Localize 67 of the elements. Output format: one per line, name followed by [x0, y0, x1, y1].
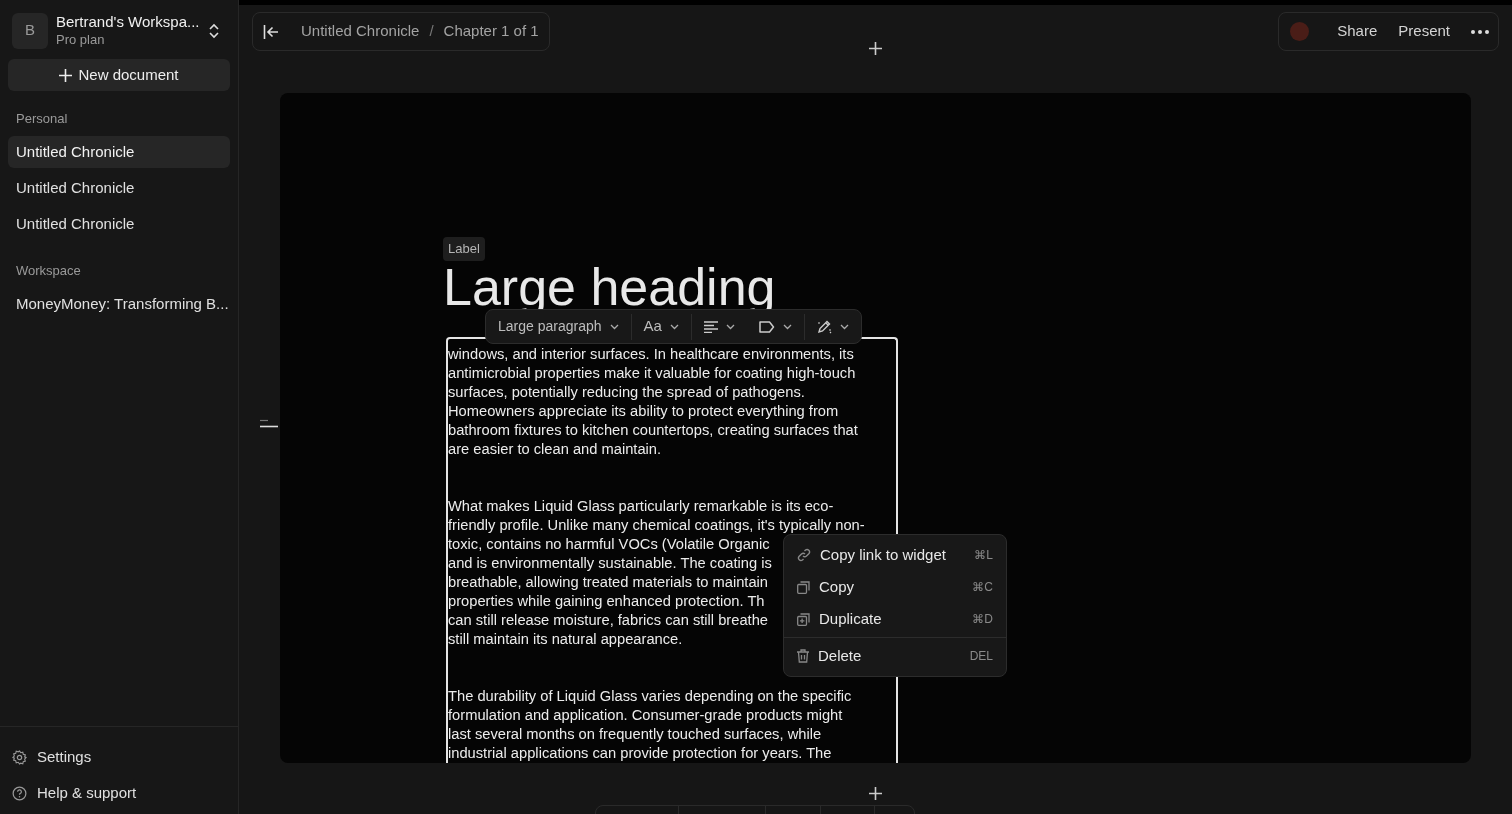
font-dropdown[interactable]: Aa [631, 310, 691, 343]
copy-icon [797, 580, 810, 594]
shortcut-label: DEL [969, 648, 993, 665]
link-icon [797, 548, 811, 562]
chevron-down-icon [669, 323, 679, 330]
add-block-icon[interactable] [869, 787, 882, 800]
trash-icon [797, 649, 809, 663]
text-line: Homeowners appreciate its ability to protect everything from [448, 401, 839, 421]
align-left-icon [703, 320, 718, 333]
chevron-down-icon [839, 323, 849, 330]
more-icon[interactable] [1471, 29, 1489, 34]
text-line: windows, and interior surfaces. In healthcare environments, its [448, 344, 854, 364]
chevron-down-icon [725, 323, 735, 330]
label-tag: Label [443, 237, 485, 261]
shortcut-label: ⌘D [972, 611, 993, 628]
shortcut-label: ⌘L [974, 547, 993, 564]
plus-icon [59, 68, 73, 82]
pen-icon [816, 319, 832, 334]
text-line: surfaces, potentially reducing the spread of pathogens. [448, 382, 805, 402]
settings-icon [12, 749, 27, 765]
menu-item[interactable]: Copy link to widget ⌘L [784, 539, 1006, 571]
present-button[interactable]: Present [1398, 20, 1450, 43]
breadcrumb-link[interactable]: Untitled Chronicle [301, 20, 420, 43]
breadcrumb-separator: / [429, 21, 434, 42]
text-line: toxic, contains no harmful VOCs (Volatile Organic [448, 534, 770, 554]
drag-handle-icon[interactable] [259, 419, 278, 428]
text-line: properties while gaining enhanced protection. Th [448, 591, 765, 611]
tag-icon [758, 320, 775, 333]
text-line: formulation and application. Consumer-grade products might [448, 705, 843, 725]
collapse-sidebar-icon[interactable] [263, 24, 279, 39]
text-line: The durability of Liquid Glass varies depending on the specific [448, 686, 852, 706]
style-dropdown[interactable]: Large paragraph [486, 310, 631, 343]
help-icon [12, 785, 27, 801]
chevron-down-icon [782, 323, 792, 330]
plan-label: Pro plan [56, 31, 106, 49]
shortcut-label: ⌘C [972, 579, 993, 596]
workspace-avatar[interactable]: B [12, 12, 48, 49]
menu-item[interactable]: Duplicate ⌘D [784, 603, 1006, 635]
text-line: still maintain its natural appearance. [448, 629, 683, 649]
section-heading: Workspace [15, 262, 82, 280]
breadcrumb-current[interactable]: Chapter 1 of 1 [443, 20, 539, 43]
sidebar-item[interactable]: MoneyMoney: Transforming B... [8, 288, 230, 320]
menu-item[interactable]: Delete DEL [784, 640, 1006, 672]
help-link[interactable]: Help & support [0, 775, 238, 811]
add-block-icon[interactable] [869, 42, 882, 55]
new-document-button[interactable]: New document [8, 59, 230, 91]
sidebar-item[interactable]: Untitled Chronicle [8, 208, 230, 240]
sidebar-item[interactable]: Untitled Chronicle [8, 136, 230, 168]
text-line: last several months on frequently touched surfaces, while [448, 724, 822, 744]
sidebar-item[interactable]: Untitled Chronicle [8, 172, 230, 204]
share-button[interactable]: Share [1337, 20, 1378, 43]
text-line: are easier to clean and maintain. [448, 439, 662, 459]
chevron-up-down-icon[interactable] [208, 22, 220, 39]
section-heading: Personal [15, 110, 69, 128]
text-line: can still release moisture, fabrics can still breathe [448, 610, 768, 630]
chevron-down-icon [609, 323, 619, 330]
text-line: breathable, allowing treated materials to maintain [448, 572, 769, 592]
settings-link[interactable]: Settings [0, 739, 238, 775]
text-line: industrial applications can provide protection for years. The [448, 743, 832, 763]
workspace-name[interactable]: Bertrand's Workspa... [56, 12, 200, 31]
text-line: What makes Liquid Glass particularly remarkable is its eco- [448, 496, 834, 516]
text-line: antimicrobial properties make it valuable for coating high-touch [448, 363, 856, 383]
text-line: bathroom fixtures to kitchen countertops, creating surfaces that [448, 420, 858, 440]
text-line: friendly profile. Unlike many chemical coatings, it's typically non- [448, 515, 865, 535]
menu-item[interactable]: Copy ⌘C [784, 571, 1006, 603]
duplicate-icon [797, 612, 810, 626]
text-line: and is environmentally sustainable. The coating is [448, 553, 772, 573]
